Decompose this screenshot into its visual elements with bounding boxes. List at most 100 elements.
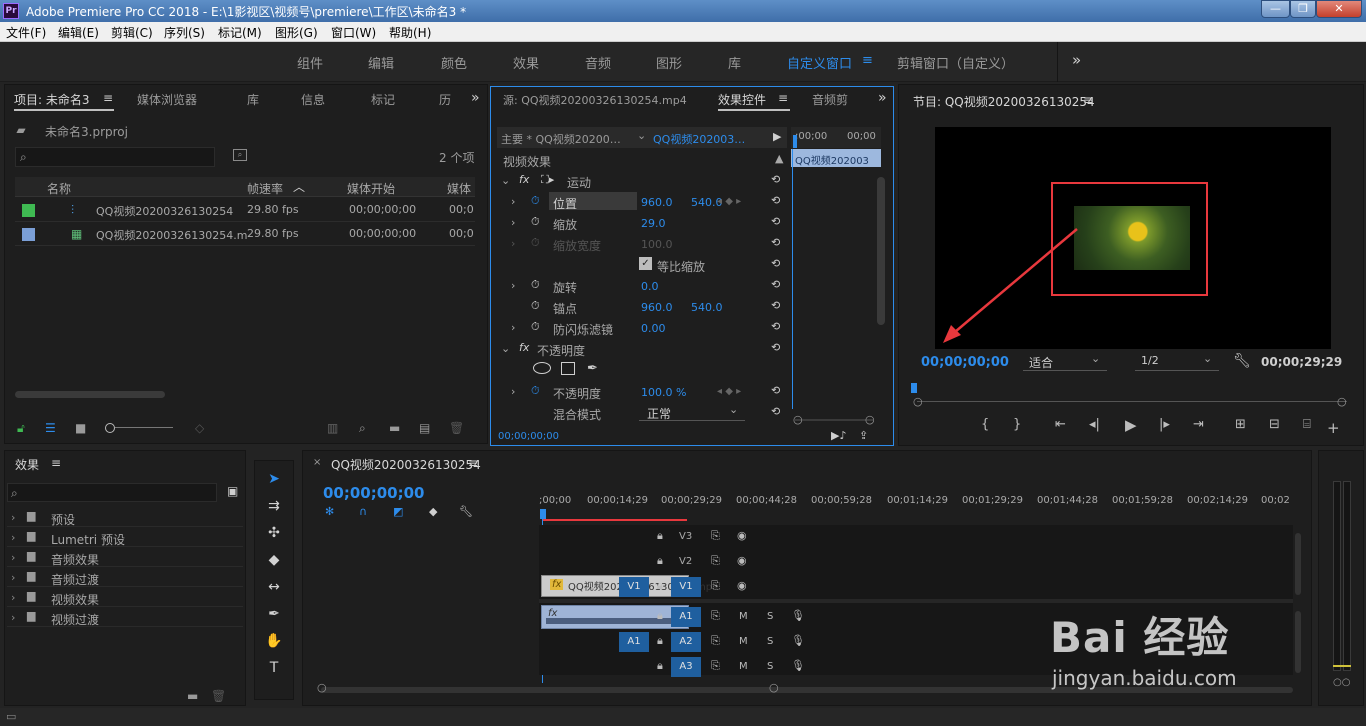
program-scrub-bar[interactable] <box>917 401 1347 402</box>
show-timeline-icon[interactable]: ▶ <box>773 130 781 143</box>
scroll-handle-right[interactable]: ○ <box>1337 395 1347 408</box>
stopwatch-icon[interactable]: ⏱︎ <box>531 384 540 398</box>
time-ruler[interactable]: ;00;00 00;00;14;29 00;00;29;29 00;00;44;… <box>539 491 1293 521</box>
expand-icon[interactable]: ⌄ <box>501 174 510 187</box>
reset-icon[interactable]: ⟲ <box>771 257 780 270</box>
wrench-icon[interactable]: 🔧︎ <box>1233 353 1251 369</box>
track-select-tool-icon[interactable]: ⇉ <box>262 494 286 518</box>
solo-button[interactable]: S <box>767 636 773 647</box>
fx-icon[interactable]: fx <box>519 173 529 186</box>
sync-lock-icon[interactable]: ⎘ <box>711 554 720 568</box>
program-playhead[interactable] <box>911 383 917 393</box>
zoom-slider[interactable] <box>105 423 175 433</box>
expand-icon[interactable]: › <box>11 531 15 544</box>
col-media[interactable]: 媒体 <box>447 180 471 197</box>
lift-icon[interactable]: ⊞ <box>1235 417 1246 432</box>
razor-tool-icon[interactable]: ◆ <box>262 548 286 572</box>
prop-row[interactable]: › ⏱︎ 位置 960.0 540.0 ◂ ◆ ▸ ⟲ <box>497 192 789 212</box>
lock-icon[interactable]: 🔒︎ <box>657 659 663 673</box>
reset-icon[interactable]: ⟲ <box>771 341 780 354</box>
prop-value-y[interactable]: 540.0 <box>691 301 723 314</box>
ripple-edit-tool-icon[interactable]: ✣ <box>262 521 286 545</box>
close-tab-icon[interactable]: × <box>313 457 321 468</box>
tab-menu-icon[interactable]: ≡ <box>468 456 478 470</box>
prop-row[interactable]: › ⏱︎ 缩放 29.0 ⟲ <box>497 213 789 233</box>
menu-clip[interactable]: 剪辑(C) <box>111 24 153 41</box>
tab-effect-controls[interactable]: 效果控件 <box>718 91 766 108</box>
reset-icon[interactable]: ⟲ <box>771 384 780 397</box>
workspace-custom[interactable]: 自定义窗口 <box>787 53 852 72</box>
maximize-button[interactable]: ❐ <box>1290 0 1316 18</box>
list-item[interactable]: › ▆ 音频过渡 <box>7 567 243 587</box>
workspace-clip-custom[interactable]: 剪辑窗口（自定义） <box>897 53 1014 72</box>
tab-menu-icon[interactable]: ≡ <box>778 91 788 105</box>
clear-icon[interactable]: 🗑︎ <box>449 421 464 435</box>
expand-icon[interactable]: › <box>511 385 515 398</box>
lock-icon[interactable]: 🔒︎ <box>657 609 663 623</box>
extract-icon[interactable]: ⊟ <box>1269 417 1280 432</box>
panel-overflow-icon[interactable]: » <box>878 90 887 106</box>
prop-row[interactable]: › ⏱︎ 旋转 0.0 ⟲ <box>497 276 789 296</box>
timeline-playhead[interactable] <box>540 509 546 519</box>
new-search-bin-icon[interactable]: ⌕ <box>233 149 247 161</box>
stopwatch-icon[interactable]: ⏱︎ <box>531 320 540 334</box>
tab-libraries[interactable]: 库 <box>247 91 259 108</box>
prop-value-x[interactable]: 960.0 <box>641 196 673 209</box>
expand-icon[interactable]: › <box>11 551 15 564</box>
workspace-assembly[interactable]: 组件 <box>297 53 323 72</box>
eye-icon[interactable]: ◉ <box>737 554 747 567</box>
prop-value-x[interactable]: 960.0 <box>641 301 673 314</box>
eye-icon[interactable]: ◉ <box>737 529 747 542</box>
step-forward-icon[interactable]: |▸ <box>1159 417 1170 432</box>
new-custom-bin-icon[interactable]: ▣ <box>227 484 238 498</box>
scroll-handle-left[interactable]: ○ <box>317 681 327 694</box>
col-name[interactable]: 名称 <box>47 180 71 197</box>
ec-mini-clip[interactable]: QQ视频202003 <box>791 149 881 167</box>
expand-icon[interactable]: › <box>11 511 15 524</box>
reset-icon[interactable]: ⟲ <box>771 405 780 418</box>
mark-out-icon[interactable]: } <box>1013 417 1021 432</box>
tab-source[interactable]: 源: QQ视频20200326130254.mp4 <box>503 92 687 108</box>
go-to-out-icon[interactable]: ⇥ <box>1193 417 1204 432</box>
reset-icon[interactable]: ⟲ <box>771 278 780 291</box>
solo-button[interactable]: S <box>767 611 773 622</box>
automate-icon[interactable]: ▥ <box>327 421 338 435</box>
expand-icon[interactable]: › <box>511 321 515 334</box>
sort-ascending-icon[interactable]: ︿ <box>293 178 305 195</box>
panel-overflow-icon[interactable]: » <box>471 90 480 106</box>
new-bin-icon[interactable]: ▬ <box>187 689 198 703</box>
rect-mask-icon[interactable] <box>561 362 575 375</box>
resolution-select[interactable]: 1/2 ⌄ <box>1135 352 1219 371</box>
playhead[interactable] <box>793 135 797 148</box>
mute-button[interactable]: M <box>739 661 748 672</box>
nest-icon[interactable]: ✻ <box>325 505 334 518</box>
col-fps[interactable]: 帧速率 <box>247 180 283 197</box>
stopwatch-icon[interactable]: ⏱︎ <box>531 194 540 208</box>
expand-icon[interactable]: ⌄ <box>501 342 510 355</box>
source-patch-a1[interactable]: A1 <box>619 632 649 652</box>
add-marker-icon[interactable]: ◆ <box>429 505 437 518</box>
track-target-a3[interactable]: A3 <box>671 657 701 677</box>
ellipse-mask-icon[interactable] <box>533 362 551 374</box>
prop-value[interactable]: 100.0 % <box>641 386 686 399</box>
menu-window[interactable]: 窗口(W) <box>331 24 376 41</box>
menu-edit[interactable]: 编辑(E) <box>58 24 99 41</box>
timeline-timecode[interactable]: 00;00;00;00 <box>323 484 425 502</box>
go-to-in-icon[interactable]: ⇤ <box>1055 417 1066 432</box>
chevron-down-icon[interactable]: ⌄ <box>637 129 646 142</box>
checkbox-checked[interactable]: ✓ <box>639 257 652 270</box>
expand-icon[interactable]: › <box>511 216 515 229</box>
close-button[interactable]: ✕ <box>1316 0 1362 18</box>
lock-icon[interactable]: 🔒︎ <box>657 579 663 593</box>
horizontal-scrollbar[interactable] <box>15 391 165 398</box>
track-target-a1[interactable]: A1 <box>671 607 701 627</box>
prop-row[interactable]: › ⏱︎ 防闪烁滤镜 0.00 ⟲ <box>497 318 789 338</box>
list-item[interactable]: › ▆ 预设 <box>7 507 243 527</box>
lock-icon[interactable]: 🔒︎ <box>657 554 663 568</box>
search-input[interactable]: ⌕ <box>15 147 215 167</box>
ec-zoom-bar[interactable] <box>795 419 873 421</box>
prop-row[interactable]: ✓ 等比缩放 ⟲ <box>497 255 789 275</box>
menu-sequence[interactable]: 序列(S) <box>164 24 205 41</box>
reset-icon[interactable]: ⟲ <box>771 320 780 333</box>
solo-left-icon[interactable]: ○○ <box>1333 677 1350 688</box>
